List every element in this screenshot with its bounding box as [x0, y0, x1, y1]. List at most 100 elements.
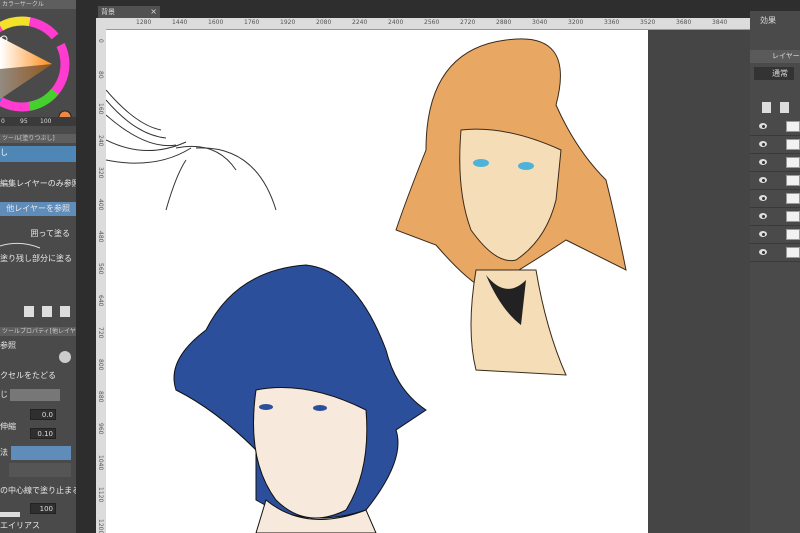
ruler-tick-label: 3040 [532, 19, 548, 26]
new-tool-icon[interactable] [24, 306, 34, 317]
ruler-tick-label: 1440 [172, 19, 188, 26]
illustration [105, 38, 627, 533]
canvas-area: 背景 × 1280 1440 1600 1760 1920 2080 2240 2400 2560… [96, 0, 750, 533]
canvas-outside-area [648, 30, 750, 533]
tool-icon-bar [0, 304, 76, 320]
document-tab[interactable]: 背景 × [98, 6, 160, 18]
layer-tool-icons [750, 100, 800, 114]
new-layer-icon[interactable] [762, 102, 771, 113]
right-tab-strip [750, 0, 800, 11]
ruler-tick-label: 2080 [316, 19, 332, 26]
antialias-label: エイリアス [0, 521, 40, 530]
gap-closing-selector[interactable] [10, 389, 60, 401]
ruler-tick-label: 2880 [496, 19, 512, 26]
layer-list [750, 118, 800, 268]
copy-tool-icon[interactable] [42, 306, 52, 317]
ruler-tick-label: 1120 [97, 487, 104, 503]
ruler-tick-label: 1600 [208, 19, 224, 26]
left-panel: カラーサークル 0 95 100 ツール[塗りつぶし] し 編集レイヤーのみ参照… [0, 0, 76, 533]
opacity-slider[interactable] [0, 512, 20, 517]
ruler-tick-label: 800 [97, 359, 104, 371]
trash-icon[interactable] [60, 306, 70, 317]
orange-hair-character [395, 38, 627, 376]
layer-thumbnail [786, 193, 800, 204]
ruler-tick-label: 3680 [676, 19, 692, 26]
eye-icon[interactable] [759, 123, 767, 129]
opacity-field[interactable]: 100 [30, 503, 56, 514]
blend-mode-select[interactable]: 通常 [754, 67, 794, 80]
blue-hair-character [173, 264, 427, 533]
color-wheel[interactable] [0, 9, 76, 119]
fill-option-other-layers[interactable]: 他レイヤーを参照 [0, 202, 76, 216]
layer-thumbnail [786, 229, 800, 240]
ruler-tick-label: 480 [97, 231, 104, 243]
right-panel: 効果 レイヤー 通常 [750, 0, 800, 533]
eye-icon[interactable] [759, 231, 767, 237]
sketch-lines [105, 89, 277, 211]
ruler-tick-label: 3520 [640, 19, 656, 26]
ruler-tick-label: 1200 [97, 519, 104, 533]
document-tab-title: 背景 [101, 8, 115, 16]
layer-row[interactable] [750, 190, 800, 208]
layer-thumbnail [786, 157, 800, 168]
layer-row[interactable] [750, 244, 800, 262]
magnifier-icon[interactable] [59, 351, 71, 363]
layer-row[interactable] [750, 172, 800, 190]
ruler-tick-label: 3840 [712, 19, 728, 26]
layer-row[interactable] [750, 136, 800, 154]
tool-header: ツール[塗りつぶし] [0, 134, 76, 143]
layer-row[interactable] [750, 118, 800, 136]
eye-icon[interactable] [759, 177, 767, 183]
fill-option-edit-layer-only[interactable]: 編集レイヤーのみ参照 [0, 177, 76, 191]
layer-row[interactable] [750, 154, 800, 172]
panel-divider [76, 0, 96, 533]
layer-thumbnail [786, 139, 800, 150]
eye-icon[interactable] [759, 195, 767, 201]
new-folder-icon[interactable] [780, 102, 789, 113]
ruler-tick-label: 1760 [244, 19, 260, 26]
layer-tab[interactable]: レイヤー [750, 50, 800, 63]
ruler-tick-label: 2720 [460, 19, 476, 26]
saturation-value[interactable]: 95 [20, 117, 28, 126]
ruler-tick-label: 1280 [136, 19, 152, 26]
ruler-tick-label: 2240 [352, 19, 368, 26]
ruler-tick-label: 2400 [388, 19, 404, 26]
ruler-tick-label: 1920 [280, 19, 296, 26]
shrink-label: 伸縮 [0, 422, 16, 431]
close-icon[interactable]: × [150, 6, 157, 18]
ruler-tick-label: 640 [97, 295, 104, 307]
ruler-tick-label: 880 [97, 391, 104, 403]
document-tab-strip [96, 0, 750, 18]
fill-option-unfilled[interactable]: 塗り残し部分に塗る [0, 252, 76, 266]
ruler-tick-label: 320 [97, 167, 104, 179]
eye-icon[interactable] [759, 213, 767, 219]
layer-row[interactable] [750, 208, 800, 226]
ruler-tick-label: 3360 [604, 19, 620, 26]
value-field-2[interactable]: 0.10 [30, 428, 56, 439]
drawing-canvas[interactable] [105, 30, 648, 533]
tool-property-header: ツールプロパティ[他レイヤーを参 [0, 327, 76, 336]
ruler-tick-label: 240 [97, 135, 104, 147]
ruler-tick-label: 720 [97, 327, 104, 339]
eye-icon[interactable] [759, 159, 767, 165]
ruler-tick-label: 0 [97, 39, 104, 43]
eye-icon[interactable] [759, 249, 767, 255]
color-circle-header: カラーサークル [0, 0, 76, 9]
curve-icon [0, 242, 41, 249]
layer-thumbnail [786, 121, 800, 132]
ruler-tick-label: 960 [97, 423, 104, 435]
ruler-tick-label: 1040 [97, 455, 104, 471]
follow-pixel-label[interactable]: クセルをたどる [0, 369, 76, 383]
brightness-value[interactable]: 100 [40, 117, 51, 126]
fill-style-icons[interactable] [9, 463, 71, 477]
eye-icon[interactable] [759, 141, 767, 147]
layer-row[interactable] [750, 226, 800, 244]
effect-label: 効果 [760, 16, 776, 25]
method-options[interactable] [11, 446, 71, 460]
hue-value[interactable]: 0 [1, 117, 5, 126]
center-line-label[interactable]: の中心線で塗り止まる [0, 484, 76, 498]
value-field-1[interactable]: 0.0 [30, 409, 56, 420]
ruler-tick-label: 400 [97, 199, 104, 211]
ruler-tick-label: 2560 [424, 19, 440, 26]
sub-tool-tab[interactable]: し [0, 146, 76, 162]
